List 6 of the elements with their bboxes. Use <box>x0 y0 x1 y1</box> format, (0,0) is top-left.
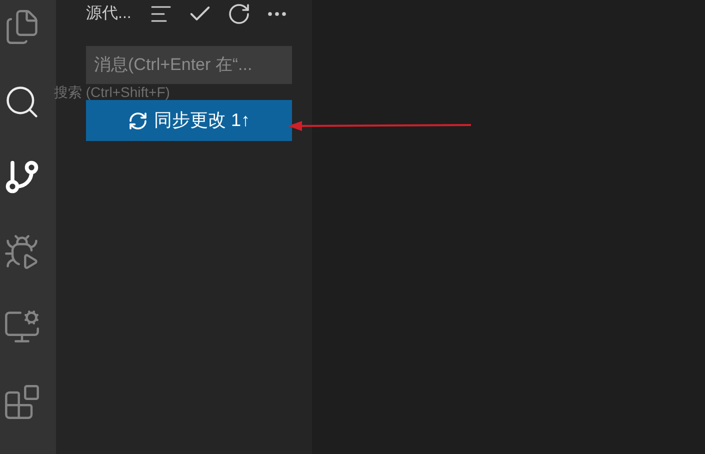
sidebar-title: 源代... <box>86 4 132 24</box>
message-field[interactable]: 消息(Ctrl+Enter 在“... <box>86 46 292 84</box>
refresh-icon[interactable] <box>227 2 252 26</box>
tooltip-text: 搜索 (Ctrl+Shift+F) <box>54 84 170 100</box>
sync-button[interactable]: 同步更改 1↑ <box>86 100 292 141</box>
sync-icon <box>128 110 148 130</box>
